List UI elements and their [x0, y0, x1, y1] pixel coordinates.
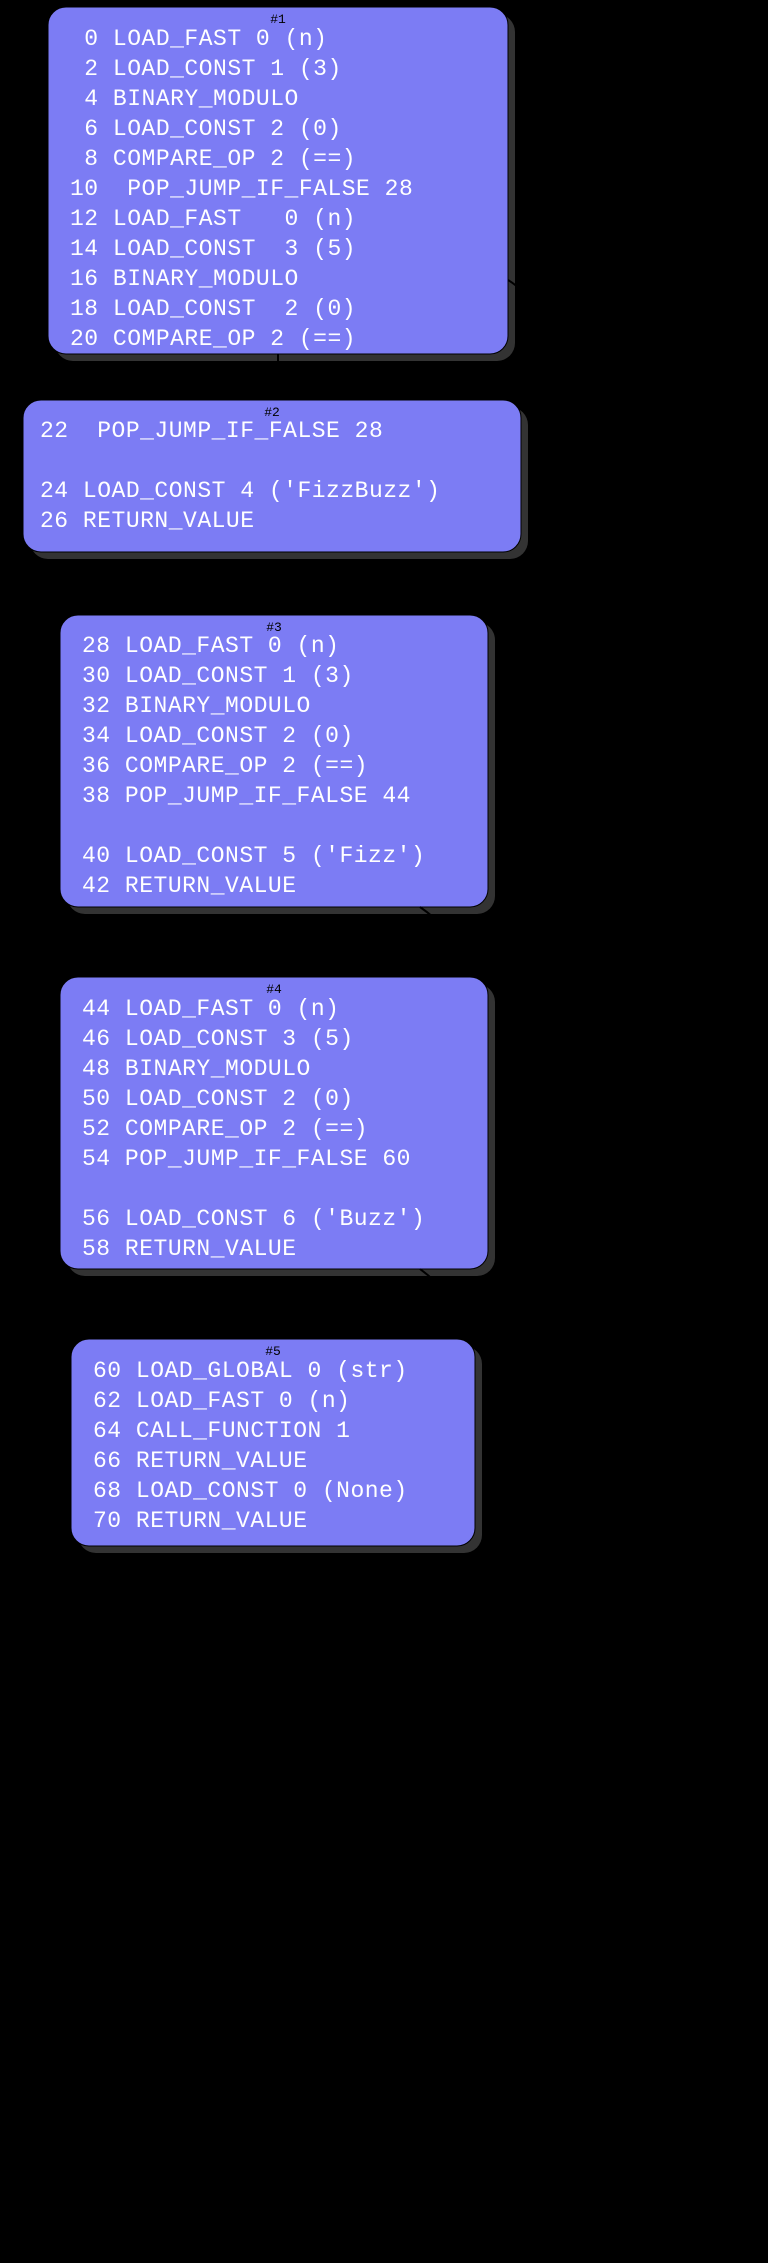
bytecode-line: 16 BINARY_MODULO: [70, 266, 299, 292]
bytecode-line: 40 LOAD_CONST 5 ('Fizz'): [82, 843, 425, 869]
bytecode-line: 8 COMPARE_OP 2 (==): [70, 146, 356, 172]
bytecode-line: 66 RETURN_VALUE: [93, 1448, 308, 1474]
bytecode-line: 2 LOAD_CONST 1 (3): [70, 56, 342, 82]
bytecode-line: 30 LOAD_CONST 1 (3): [82, 663, 354, 689]
bytecode-line: 10 POP_JUMP_IF_FALSE 28: [70, 176, 413, 202]
bytecode-line: 38 POP_JUMP_IF_FALSE 44: [82, 783, 411, 809]
edge-4-to-5: [420, 1269, 450, 1338]
bytecode-block-1: #1 0 LOAD_FAST 0 (n) 2 LOAD_CONST 1 (3) …: [48, 7, 515, 361]
bytecode-line: 26 RETURN_VALUE: [40, 508, 255, 534]
bytecode-line: 36 COMPARE_OP 2 (==): [82, 753, 368, 779]
bytecode-line: 62 LOAD_FAST 0 (n): [93, 1388, 350, 1414]
bytecode-line: 22 POP_JUMP_IF_FALSE 28: [40, 418, 383, 444]
bytecode-line: 34 LOAD_CONST 2 (0): [82, 723, 354, 749]
bytecode-flow-diagram: #1 0 LOAD_FAST 0 (n) 2 LOAD_CONST 1 (3) …: [0, 0, 768, 2263]
bytecode-line: 12 LOAD_FAST 0 (n): [70, 206, 356, 232]
bytecode-line: 46 LOAD_CONST 3 (5): [82, 1026, 354, 1052]
bytecode-line: 68 LOAD_CONST 0 (None): [93, 1478, 408, 1504]
bytecode-block-4: #4 44 LOAD_FAST 0 (n) 46 LOAD_CONST 3 (5)…: [60, 977, 495, 1276]
bytecode-line: 32 BINARY_MODULO: [82, 693, 311, 719]
bytecode-line: 0 LOAD_FAST 0 (n): [70, 26, 327, 52]
bytecode-line: 54 POP_JUMP_IF_FALSE 60: [82, 1146, 411, 1172]
bytecode-line: 20 COMPARE_OP 2 (==): [70, 326, 356, 352]
bytecode-block-2: #2 22 POP_JUMP_IF_FALSE 2824 LOAD_CONST …: [23, 400, 528, 559]
bytecode-line: 28 LOAD_FAST 0 (n): [82, 633, 339, 659]
bytecode-line: 24 LOAD_CONST 4 ('FizzBuzz'): [40, 478, 440, 504]
bytecode-line: 52 COMPARE_OP 2 (==): [82, 1116, 368, 1142]
edge-3-to-4: [420, 907, 451, 976]
bytecode-line: 60 LOAD_GLOBAL 0 (str): [93, 1358, 408, 1384]
bytecode-line: 44 LOAD_FAST 0 (n): [82, 996, 339, 1022]
bytecode-line: 58 RETURN_VALUE: [82, 1236, 297, 1262]
bytecode-line: 50 LOAD_CONST 2 (0): [82, 1086, 354, 1112]
bytecode-block-3: #3 28 LOAD_FAST 0 (n)30 LOAD_CONST 1 (3)…: [60, 615, 495, 914]
bytecode-line: 64 CALL_FUNCTION 1: [93, 1418, 350, 1444]
bytecode-line: 6 LOAD_CONST 2 (0): [70, 116, 342, 142]
bytecode-line: 18 LOAD_CONST 2 (0): [70, 296, 356, 322]
bytecode-line: 14 LOAD_CONST 3 (5): [70, 236, 356, 262]
bytecode-line: 70 RETURN_VALUE: [93, 1508, 308, 1534]
block-label: #1: [270, 12, 286, 27]
block-label: #4: [266, 982, 282, 997]
bytecode-block-5: #5 60 LOAD_GLOBAL 0 (str) 62 LOAD_FAST 0 …: [71, 1339, 482, 1553]
bytecode-line: 42 RETURN_VALUE: [82, 873, 297, 899]
bytecode-line: 56 LOAD_CONST 6 ('Buzz'): [82, 1206, 425, 1232]
bytecode-line: 4 BINARY_MODULO: [70, 86, 299, 112]
block-label: #5: [265, 1344, 281, 1359]
bytecode-line: 48 BINARY_MODULO: [82, 1056, 311, 1082]
